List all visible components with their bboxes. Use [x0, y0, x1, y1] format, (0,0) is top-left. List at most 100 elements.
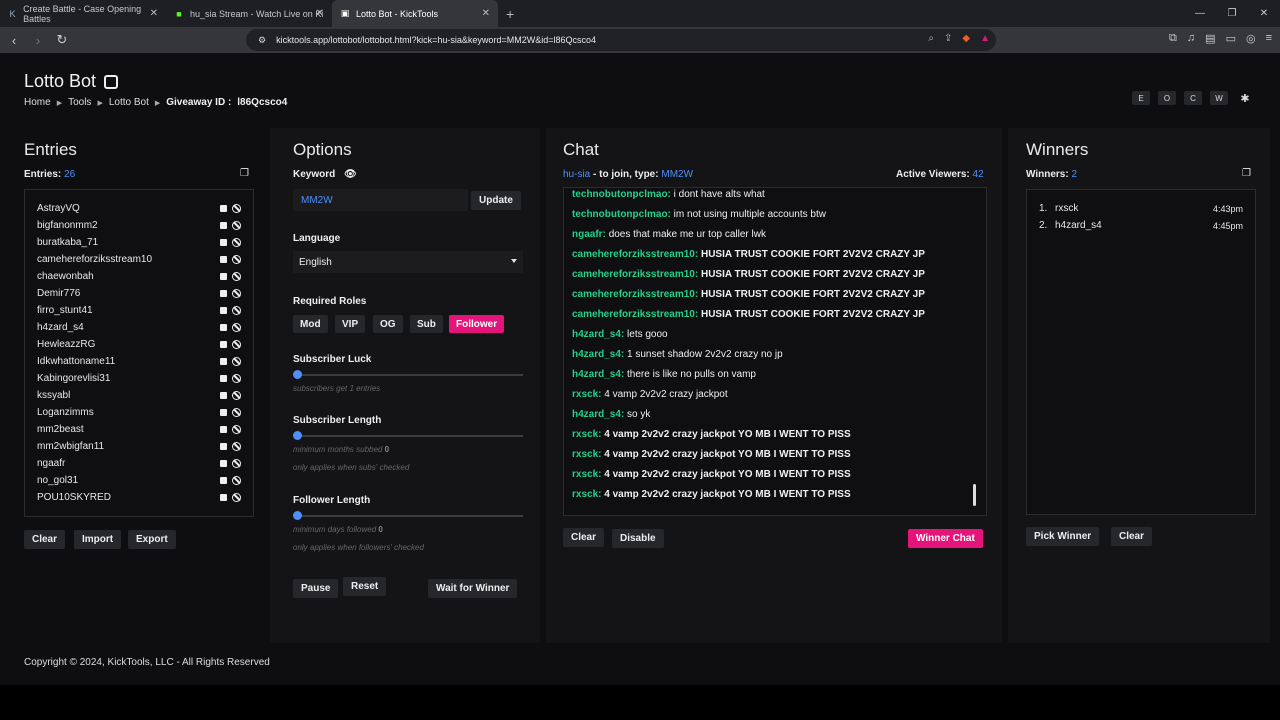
- wait-for-winner-button[interactable]: Wait for Winner: [428, 579, 518, 598]
- zoom-icon[interactable]: ⌕: [928, 33, 934, 44]
- role-og-button[interactable]: OG: [373, 315, 403, 333]
- back-icon[interactable]: ‹: [4, 33, 24, 48]
- forward-icon[interactable]: ›: [28, 33, 48, 48]
- breadcrumb-lotto-bot[interactable]: Lotto Bot: [109, 97, 149, 108]
- sub-luck-slider[interactable]: [293, 370, 523, 379]
- chat-username[interactable]: h4zard_s4:: [572, 349, 624, 360]
- ban-icon[interactable]: [232, 442, 241, 451]
- vpn-icon[interactable]: ◎: [1246, 32, 1256, 45]
- copy-winners-icon[interactable]: ❐: [1242, 168, 1251, 179]
- language-select[interactable]: English: [293, 251, 523, 273]
- site-info-icon[interactable]: ⚙: [258, 35, 266, 46]
- copy-entries-icon[interactable]: ❐: [240, 168, 249, 179]
- reload-icon[interactable]: ↻: [52, 32, 72, 48]
- browser-tab-active[interactable]: ▣ Lotto Bot - KickTools ✕: [332, 0, 498, 27]
- browser-tab[interactable]: K Create Battle - Case Opening Battles ✕: [0, 0, 166, 27]
- entries-clear-button[interactable]: Clear: [24, 530, 66, 549]
- theme-button-e[interactable]: E: [1132, 91, 1150, 105]
- menu-icon[interactable]: ≡: [1266, 32, 1272, 45]
- role-sub-button[interactable]: Sub: [410, 315, 443, 333]
- theme-button-star[interactable]: ✱: [1236, 91, 1254, 105]
- chat-username[interactable]: technobutonpclmao:: [572, 189, 671, 200]
- address-bar[interactable]: ⚙ kicktools.app/lottobot/lottobot.html?k…: [246, 29, 996, 51]
- ban-icon[interactable]: [232, 204, 241, 213]
- theme-button-w[interactable]: W: [1210, 91, 1228, 105]
- update-button[interactable]: Update: [471, 191, 521, 210]
- ban-icon[interactable]: [232, 357, 241, 366]
- ban-icon[interactable]: [232, 289, 241, 298]
- chat-username[interactable]: h4zard_s4:: [572, 369, 624, 380]
- browser-tab[interactable]: ■ hu_sia Stream - Watch Live on Ki ✕: [166, 0, 332, 27]
- ban-icon[interactable]: [232, 255, 241, 264]
- pick-winner-button[interactable]: Pick Winner: [1026, 527, 1100, 546]
- checkbox-icon[interactable]: [220, 256, 227, 263]
- close-icon[interactable]: ✕: [316, 8, 324, 19]
- sidebar-icon[interactable]: ▤: [1205, 32, 1215, 45]
- ban-icon[interactable]: [232, 493, 241, 502]
- chat-username[interactable]: rxsck:: [572, 469, 601, 480]
- sub-length-slider[interactable]: [293, 431, 523, 440]
- theme-button-o[interactable]: O: [1158, 91, 1176, 105]
- chat-username[interactable]: technobutonpclmao:: [572, 209, 671, 220]
- checkbox-icon[interactable]: [220, 273, 227, 280]
- chat-username[interactable]: rxsck:: [572, 449, 601, 460]
- slider-knob[interactable]: [293, 370, 302, 379]
- role-vip-button[interactable]: VIP: [335, 315, 366, 333]
- ban-icon[interactable]: [232, 323, 241, 332]
- ban-icon[interactable]: [232, 306, 241, 315]
- extensions-icon[interactable]: ⧉: [1169, 32, 1177, 45]
- chat-log[interactable]: technobutonpclmao: i dont have alts what…: [563, 187, 987, 516]
- ban-icon[interactable]: [232, 374, 241, 383]
- ban-icon[interactable]: [232, 221, 241, 230]
- checkbox-icon[interactable]: [220, 239, 227, 246]
- chat-username[interactable]: camehereforziksstream10:: [572, 289, 698, 300]
- pause-button[interactable]: Pause: [293, 579, 339, 598]
- share-icon[interactable]: ⇪: [944, 33, 952, 44]
- checkbox-icon[interactable]: [220, 494, 227, 501]
- close-window-icon[interactable]: ✕: [1248, 0, 1280, 27]
- winners-clear-button[interactable]: Clear: [1111, 527, 1153, 546]
- chat-username[interactable]: camehereforziksstream10:: [572, 249, 698, 260]
- checkbox-icon[interactable]: [220, 290, 227, 297]
- checkbox-icon[interactable]: [220, 443, 227, 450]
- ban-icon[interactable]: [232, 391, 241, 400]
- checkbox-icon[interactable]: [220, 205, 227, 212]
- reset-button[interactable]: Reset: [343, 577, 387, 596]
- entries-import-button[interactable]: Import: [74, 530, 122, 549]
- slider-knob[interactable]: [293, 511, 302, 520]
- checkbox-icon[interactable]: [220, 324, 227, 331]
- ban-icon[interactable]: [232, 340, 241, 349]
- wallet-icon[interactable]: ▭: [1226, 32, 1236, 45]
- checkbox-icon[interactable]: [220, 222, 227, 229]
- ban-icon[interactable]: [232, 408, 241, 417]
- brave-rewards-icon[interactable]: ▲: [980, 33, 990, 44]
- maximize-icon[interactable]: ❐: [1216, 0, 1248, 27]
- chat-disable-button[interactable]: Disable: [612, 529, 664, 548]
- checkbox-icon[interactable]: [220, 392, 227, 399]
- ban-icon[interactable]: [232, 459, 241, 468]
- breadcrumb-tools[interactable]: Tools: [68, 97, 91, 108]
- role-follower-button[interactable]: Follower: [449, 315, 505, 333]
- checkbox-icon[interactable]: [220, 375, 227, 382]
- winner-chat-button[interactable]: Winner Chat: [908, 529, 983, 548]
- ban-icon[interactable]: [232, 425, 241, 434]
- chat-username[interactable]: h4zard_s4:: [572, 409, 624, 420]
- chat-clear-button[interactable]: Clear: [563, 528, 605, 547]
- checkbox-icon[interactable]: [220, 358, 227, 365]
- theme-button-c[interactable]: C: [1184, 91, 1202, 105]
- breadcrumb-home[interactable]: Home: [24, 97, 51, 108]
- chat-username[interactable]: ngaafr:: [572, 229, 606, 240]
- eye-icon[interactable]: 👁: [344, 169, 357, 180]
- checkbox-icon[interactable]: [220, 341, 227, 348]
- checkbox-icon[interactable]: [220, 477, 227, 484]
- entries-export-button[interactable]: Export: [128, 530, 176, 549]
- brave-shield-icon[interactable]: ◆: [962, 33, 970, 44]
- new-tab-icon[interactable]: +: [506, 0, 514, 27]
- ban-icon[interactable]: [232, 238, 241, 247]
- follower-length-slider[interactable]: [293, 511, 523, 520]
- slider-knob[interactable]: [293, 431, 302, 440]
- close-icon[interactable]: ✕: [482, 8, 490, 19]
- chat-username[interactable]: h4zard_s4:: [572, 329, 624, 340]
- checkbox-icon[interactable]: [220, 307, 227, 314]
- chat-scrollbar[interactable]: [973, 484, 976, 506]
